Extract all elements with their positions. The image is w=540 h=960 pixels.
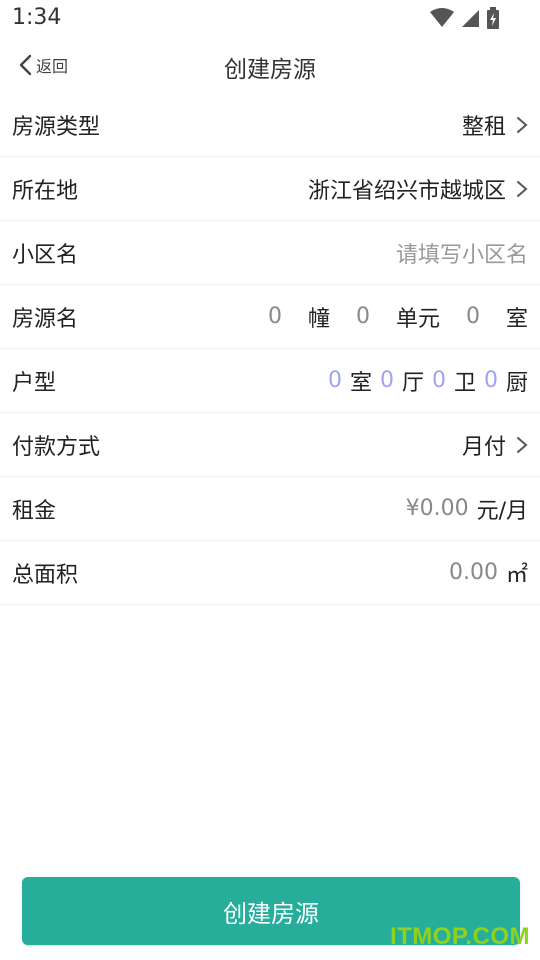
rent-label: 租金 xyxy=(12,498,57,524)
chevron-right-icon xyxy=(517,436,528,453)
community-input[interactable]: 请填写小区名 xyxy=(396,237,528,269)
rent-input[interactable]: ¥0.00 xyxy=(406,496,469,521)
area-field: 0.00 ㎡ xyxy=(449,557,528,589)
house-type-row[interactable]: 房源类型 整租 xyxy=(0,93,540,157)
rent-unit: 元/月 xyxy=(476,498,528,524)
layout-label: 户型 xyxy=(12,370,57,396)
building-unit-label: 幢 xyxy=(307,306,330,332)
location-select[interactable]: 浙江省绍兴市越城区 xyxy=(308,173,528,205)
layout-hall-input[interactable]: 0 xyxy=(380,368,394,393)
house-name-label: 房源名 xyxy=(12,306,79,332)
layout-room-unit: 室 xyxy=(349,370,372,396)
house-type-select[interactable]: 整租 xyxy=(462,109,528,141)
unit-number-input[interactable]: 0 xyxy=(356,304,370,329)
location-label: 所在地 xyxy=(12,178,79,204)
community-placeholder: 请填写小区名 xyxy=(395,242,528,268)
status-bar: 1:34 xyxy=(0,0,540,38)
status-icons xyxy=(430,7,500,29)
unit-unit-label: 单元 xyxy=(395,306,440,332)
rent-field: ¥0.00 元/月 xyxy=(406,493,528,525)
layout-inputs: 0 室 0 厅 0 卫 0 厨 xyxy=(328,365,528,397)
layout-room-input[interactable]: 0 xyxy=(328,368,342,393)
building-number-input[interactable]: 0 xyxy=(268,304,282,329)
layout-kitchen-unit: 厨 xyxy=(505,370,528,396)
location-row[interactable]: 所在地 浙江省绍兴市越城区 xyxy=(0,157,540,221)
layout-kitchen-input[interactable]: 0 xyxy=(484,368,498,393)
layout-row: 户型 0 室 0 厅 0 卫 0 厨 xyxy=(0,349,540,413)
layout-bath-unit: 卫 xyxy=(453,370,476,396)
house-form: 房源类型 整租 所在地 浙江省绍兴市越城区 小区名 请填写小区名 房源名 0 幢 xyxy=(0,93,540,605)
house-name-inputs: 0 幢 0 单元 0 室 xyxy=(268,301,528,333)
location-value: 浙江省绍兴市越城区 xyxy=(307,178,506,204)
payment-row[interactable]: 付款方式 月付 xyxy=(0,413,540,477)
payment-label: 付款方式 xyxy=(12,434,101,460)
community-label: 小区名 xyxy=(12,242,79,268)
status-time: 1:34 xyxy=(12,5,62,30)
area-row: 总面积 0.00 ㎡ xyxy=(0,541,540,605)
house-type-value: 整租 xyxy=(461,114,506,140)
house-type-label: 房源类型 xyxy=(12,114,101,140)
area-label: 总面积 xyxy=(12,562,79,588)
room-unit-label: 室 xyxy=(505,306,528,332)
area-input[interactable]: 0.00 xyxy=(449,560,498,585)
layout-bath-input[interactable]: 0 xyxy=(432,368,446,393)
nav-bar: 返回 创建房源 xyxy=(0,38,540,92)
chevron-right-icon xyxy=(517,116,528,133)
layout-hall-unit: 厅 xyxy=(401,370,424,396)
signal-icon xyxy=(462,10,479,27)
payment-select[interactable]: 月付 xyxy=(462,429,528,461)
area-unit: ㎡ xyxy=(505,562,528,588)
community-row: 小区名 请填写小区名 xyxy=(0,221,540,285)
page-title: 创建房源 xyxy=(224,57,316,83)
rent-row: 租金 ¥0.00 元/月 xyxy=(0,477,540,541)
room-number-input[interactable]: 0 xyxy=(466,304,480,329)
battery-icon xyxy=(487,7,499,29)
wifi-icon xyxy=(430,8,454,27)
payment-value: 月付 xyxy=(461,434,506,460)
watermark-logo: ITMOP.COM xyxy=(389,923,530,950)
house-name-row: 房源名 0 幢 0 单元 0 室 xyxy=(0,285,540,349)
chevron-right-icon xyxy=(517,180,528,197)
